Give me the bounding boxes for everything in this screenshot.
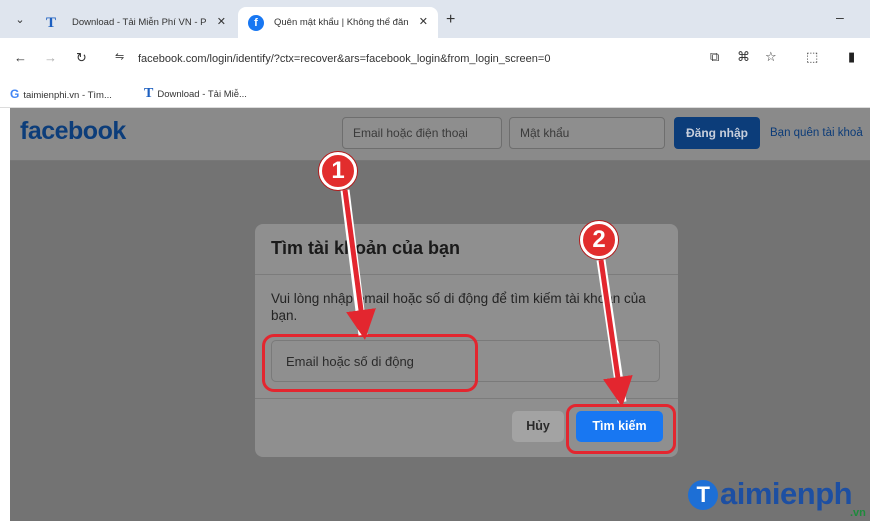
- watermark-text: aimienph: [720, 476, 853, 511]
- cast-icon[interactable]: ⧉: [710, 49, 719, 65]
- step-1-badge: 1: [319, 152, 357, 190]
- dialog-title: Tìm tài khoản của bạn: [271, 238, 461, 258]
- tab-strip: ⌄ T Download - Tải Miễn Phí VN - P ✕ f Q…: [0, 0, 870, 38]
- login-button[interactable]: Đăng nhập: [674, 117, 760, 149]
- side-panel-icon[interactable]: ▮: [848, 49, 855, 65]
- back-icon[interactable]: ←: [14, 50, 27, 65]
- tab-download[interactable]: T Download - Tải Miễn Phí VN - P ✕: [36, 7, 236, 38]
- new-tab-button[interactable]: +: [446, 11, 455, 29]
- taimienphi-icon: T: [144, 86, 154, 101]
- taimienphi-watermark: Taimienph: [688, 476, 853, 512]
- reload-icon[interactable]: ↻: [76, 50, 87, 66]
- page-content: facebook Email hoặc điện thoại Mật khẩu …: [10, 108, 870, 521]
- header-email-input[interactable]: Email hoặc điện thoại: [342, 117, 502, 149]
- dialog-divider: [255, 274, 678, 275]
- header-password-input[interactable]: Mật khẩu: [509, 117, 665, 149]
- bookmark-label: taimienphi.vn - Tìm...: [23, 90, 112, 101]
- dialog-divider: [255, 398, 678, 399]
- facebook-header: facebook Email hoặc điện thoại Mật khẩu …: [10, 108, 870, 161]
- bookmark-download[interactable]: T Download - Tải Miễ...: [144, 81, 247, 108]
- bookmark-star-icon[interactable]: ☆: [765, 49, 777, 65]
- minimize-button[interactable]: –: [836, 9, 844, 25]
- bookmark-label: Download - Tải Miễ...: [157, 89, 247, 100]
- cancel-button[interactable]: Hủy: [512, 411, 564, 442]
- dialog-instructions: Vui lòng nhập email hoặc số di động để t…: [271, 291, 646, 323]
- tab-title: Quên mật khẩu | Không thể đăn: [274, 17, 409, 28]
- tab-title: Download - Tải Miễn Phí VN - P: [72, 17, 207, 28]
- forgot-account-link[interactable]: Bạn quên tài khoả: [770, 117, 863, 149]
- bookmark-taimienphi[interactable]: Gtaimienphi.vn - Tìm...: [10, 81, 112, 109]
- facebook-logo[interactable]: facebook: [20, 117, 126, 146]
- taimienphi-logo-icon: T: [688, 480, 718, 510]
- step-2-badge: 2: [580, 221, 618, 259]
- browser-toolbar: ← → ↻ ⇋ facebook.com/login/identify/?ctx…: [0, 38, 870, 81]
- close-tab-icon[interactable]: ✕: [419, 7, 428, 38]
- extensions-icon[interactable]: ⬚: [806, 49, 818, 65]
- google-icon: G: [10, 87, 20, 101]
- search-button-highlight-box: [566, 404, 676, 454]
- close-tab-icon[interactable]: ✕: [217, 7, 226, 38]
- forward-icon[interactable]: →: [44, 50, 57, 65]
- taimienphi-favicon-icon: T: [46, 15, 57, 31]
- screenshot-frame: ⌄ T Download - Tải Miễn Phí VN - P ✕ f Q…: [0, 0, 870, 521]
- watermark-suffix: .vn: [850, 507, 866, 519]
- translate-icon[interactable]: ⌘: [737, 49, 750, 65]
- input-highlight-box: [262, 334, 478, 392]
- site-info-icon[interactable]: ⇋: [115, 50, 124, 63]
- bookmarks-bar: Gtaimienphi.vn - Tìm... T Download - Tải …: [0, 81, 870, 108]
- url-text: facebook.com/login/identify/?ctx=recover…: [138, 53, 551, 65]
- facebook-favicon-icon: f: [248, 15, 264, 31]
- address-bar[interactable]: ⇋ facebook.com/login/identify/?ctx=recov…: [105, 44, 685, 74]
- tab-search-chevron-icon[interactable]: ⌄: [12, 12, 28, 28]
- tab-facebook-recover[interactable]: f Quên mật khẩu | Không thể đăn ✕: [238, 7, 438, 38]
